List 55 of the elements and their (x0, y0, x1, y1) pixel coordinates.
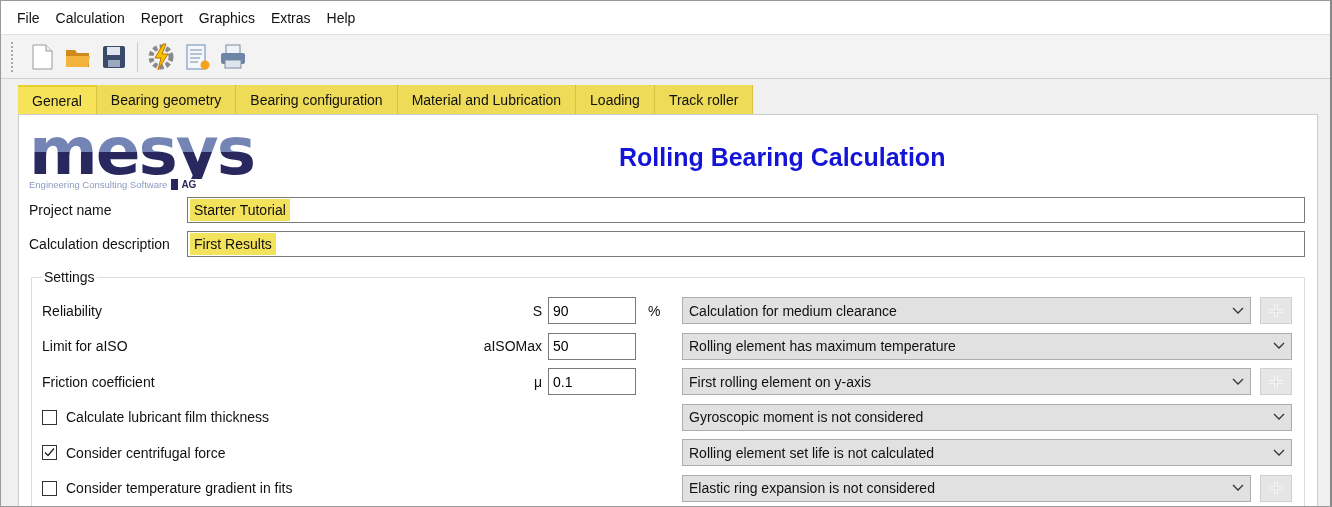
logo-tagline: Engineering Consulting Software (29, 178, 168, 190)
number-field[interactable]: 0.1 (548, 368, 636, 396)
page-heading: Rolling Bearing Calculation (619, 142, 946, 172)
checkbox[interactable] (42, 409, 57, 425)
checkbox[interactable] (42, 445, 57, 461)
chevron-down-icon (1232, 377, 1244, 386)
checkbox-label[interactable]: Consider centrifugal force (66, 444, 226, 461)
checkbox-label[interactable]: Consider temperature gradient in fits (66, 480, 293, 497)
plus-icon (1268, 373, 1284, 390)
symbol-label: μ (533, 373, 543, 390)
chevron-down-icon (1273, 448, 1285, 457)
menu-item[interactable]: Help (318, 9, 364, 26)
dropdown[interactable]: Rolling element has maximum temperature (682, 332, 1292, 360)
chevron-down-icon (1232, 306, 1244, 315)
chevron-down-icon (1273, 413, 1285, 422)
unit-label: % (647, 302, 662, 319)
add-button[interactable] (1260, 474, 1292, 502)
menu-item[interactable]: Calculation (47, 9, 133, 26)
logo-suffix: AG (171, 178, 197, 190)
chevron-down-icon (1232, 484, 1244, 493)
tab[interactable]: General (18, 85, 97, 114)
plus-icon (1268, 302, 1284, 319)
group-title: Settings (43, 269, 96, 285)
field-label: Project name (29, 202, 113, 218)
dropdown[interactable]: First rolling element on y-axis (682, 368, 1251, 396)
number-field[interactable]: 90 (548, 297, 636, 325)
chevron-down-icon (1273, 342, 1285, 351)
dropdown[interactable]: Calculation for medium clearance (682, 297, 1251, 325)
setting-label: Friction coefficient (42, 373, 156, 390)
menu-item[interactable]: Graphics (190, 9, 263, 26)
tab[interactable]: Loading (576, 85, 655, 114)
setting-label: Reliability (42, 302, 103, 319)
dropdown[interactable]: Elastic ring expansion is not considered (682, 474, 1251, 502)
tab[interactable]: Bearing configuration (236, 85, 398, 114)
number-field[interactable]: 50 (548, 332, 636, 360)
tab[interactable]: Bearing geometry (96, 85, 237, 114)
menu-item[interactable]: Extras (262, 9, 319, 26)
symbol-label: aISOMax (483, 338, 543, 355)
gear-lightning-icon[interactable] (146, 41, 176, 72)
menu-item[interactable]: File (9, 9, 48, 26)
tab[interactable]: Material and Lubrication (397, 85, 577, 114)
add-button[interactable] (1260, 368, 1292, 396)
add-button[interactable] (1260, 297, 1292, 325)
dropdown[interactable]: Gyroscopic moment is not considered (682, 403, 1292, 431)
checkbox[interactable] (42, 480, 57, 496)
tab[interactable]: Track roller (654, 85, 754, 114)
text-field[interactable]: First Results (187, 231, 1305, 257)
symbol-label: S (532, 302, 543, 319)
plus-icon (1268, 480, 1284, 497)
printer-icon[interactable] (218, 41, 248, 72)
text-field[interactable]: Starter Tutorial (187, 197, 1305, 223)
field-label: Calculation description (29, 236, 171, 252)
dropdown[interactable]: Rolling element set life is not calculated (682, 439, 1292, 467)
checkbox-label[interactable]: Calculate lubricant film thickness (66, 409, 270, 426)
menu-item[interactable]: Report (132, 9, 191, 26)
